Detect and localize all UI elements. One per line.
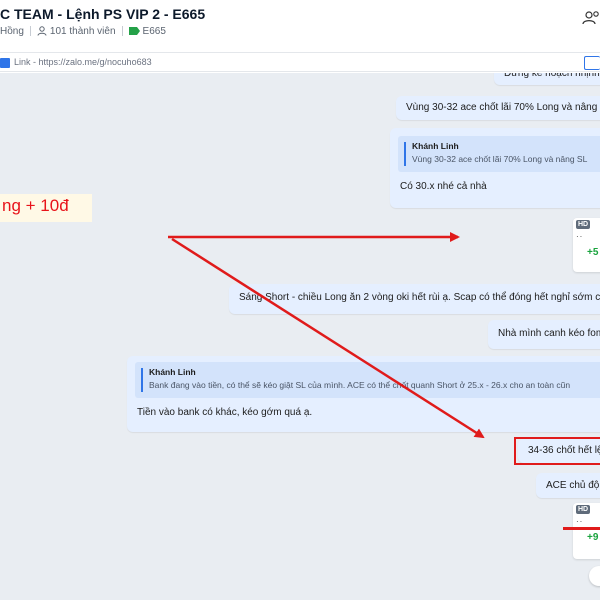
highlight-underline [563,527,600,530]
hd-badge: HD [576,220,591,229]
quote-author: Khánh Linh [149,367,196,377]
group-title: C TEAM - Lệnh PS VIP 2 - E665 [0,6,206,22]
tag-icon [128,27,140,35]
more-icon[interactable]: ·· [576,232,583,241]
card-profit: +9 [587,532,599,543]
pinned-link-bar[interactable]: Link - https://zalo.me/g/nocuho683 [0,52,600,72]
message-bubble[interactable]: ACE chủ độn [536,473,600,498]
message-text: Sáng Short - chiều Long ăn 2 vòng oki hế… [239,292,600,303]
quote-author: Khánh Linh [412,141,459,151]
message-list[interactable]: Đừng kê hoạch nhịnh l... Vùng 30-32 ace … [0,73,600,600]
highlight-box [514,437,600,465]
person-icon [37,26,47,36]
message-text: ACE chủ độn [546,480,600,491]
message-bubble[interactable]: Vùng 30-32 ace chốt lãi 70% Long và nâng… [396,96,600,120]
chat-header: C TEAM - Lệnh PS VIP 2 - E665 Hồng 101 t… [0,0,600,44]
link-icon [0,58,10,68]
annotation-label: ng + 10đ [0,194,92,222]
message-text: Tiền vào bank có khác, kéo gớm quá ạ. [137,407,313,418]
group-status: Hồng [0,25,24,37]
quoted-message[interactable]: Khánh Linh Bank đang vào tiền, có thể sẽ… [135,362,600,398]
pinned-link-text[interactable]: Link - https://zalo.me/g/nocuho683 [14,57,152,67]
trade-card[interactable]: HD ·· +9 [573,503,600,559]
group-tag[interactable]: E665 [143,26,166,37]
message-text: Nhà mình canh kéo fom [498,328,600,339]
quoted-message[interactable]: Khánh Linh Vùng 30-32 ace chốt lãi 70% L… [398,136,600,172]
pinned-expand-button[interactable] [584,56,600,70]
group-meta: Hồng 101 thành viên E665 [0,24,166,38]
meta-divider [121,26,123,36]
message-text: Vùng 30-32 ace chốt lãi 70% Long và nâng… [406,102,600,113]
quote-bar [404,142,406,166]
more-icon[interactable]: ·· [576,517,583,526]
quote-text: Bank đang vào tiền, có thể sẽ kéo giật S… [149,380,571,390]
group-icon[interactable] [582,10,600,26]
member-count[interactable]: 101 thành viên [50,26,116,37]
message-bubble[interactable]: Sáng Short - chiều Long ăn 2 vòng oki hế… [229,284,600,314]
trade-card[interactable]: HD ·· +5 [573,218,600,272]
hd-badge: HD [576,505,591,514]
message-text: Đừng kê hoạch nhịnh l... [504,73,600,79]
meta-divider [29,26,31,36]
message-bubble[interactable]: Nhà mình canh kéo fom [488,320,600,349]
message-bubble[interactable]: Khánh Linh Vùng 30-32 ace chốt lãi 70% L… [390,128,600,208]
annotation-text: ng + 10đ [2,196,69,215]
message-bubble[interactable]: Khánh Linh Bank đang vào tiền, có thể sẽ… [127,356,600,432]
card-profit: +5 [587,247,599,258]
quote-text: Vùng 30-32 ace chốt lãi 70% Long và nâng… [412,154,588,164]
message-text: Có 30.x nhé cả nhà [400,181,487,192]
quote-bar [141,368,143,392]
message-bubble[interactable]: Đừng kê hoạch nhịnh l... [494,73,600,85]
